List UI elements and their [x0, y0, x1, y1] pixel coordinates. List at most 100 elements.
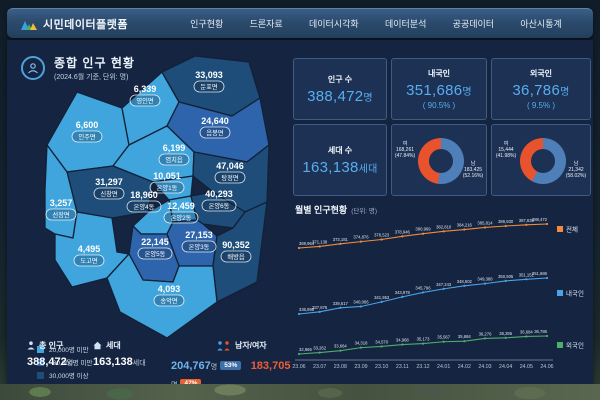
platform-logo[interactable]: 시민데이터플랫폼 — [21, 16, 171, 32]
svg-text:348,502: 348,502 — [457, 279, 473, 284]
x-tick-label: 24.06 — [540, 364, 553, 370]
legend-전체: 전체 — [557, 225, 578, 234]
total-population-icon — [27, 341, 35, 350]
svg-text:6,339: 6,339 — [134, 84, 157, 94]
svg-text:33,664: 33,664 — [334, 344, 347, 349]
monthly-population-chart: 23.0623.0723.0823.0923.1023.1123.1224.01… — [291, 214, 593, 376]
svg-text:신창면: 신창면 — [100, 189, 118, 198]
x-tick-label: 24.04 — [499, 364, 512, 370]
card-foreigners-title: 외국인 — [530, 68, 552, 79]
svg-text:온양2동: 온양2동 — [171, 214, 192, 222]
svg-text:47,046: 47,046 — [216, 161, 244, 171]
card-nationals-title: 내국인 — [428, 68, 450, 79]
card-nationals-value: 351,686명 — [406, 82, 472, 99]
svg-text:374,876: 374,876 — [353, 235, 369, 240]
svg-text:371,138: 371,138 — [312, 239, 328, 244]
svg-text:34,968: 34,968 — [396, 338, 409, 343]
svg-text:영인면: 영인면 — [136, 96, 154, 105]
svg-text:373,181: 373,181 — [333, 237, 349, 242]
card-households-value: 163,138세대 — [302, 159, 377, 176]
svg-text:34,318: 34,318 — [355, 341, 368, 346]
svg-text:376,523: 376,523 — [374, 232, 390, 237]
svg-text:온양3동: 온양3동 — [189, 243, 210, 251]
svg-text:36,395: 36,395 — [499, 331, 512, 336]
svg-text:6,600: 6,600 — [76, 120, 99, 130]
foreigners-gender-donut — [520, 138, 566, 184]
svg-text:36,684: 36,684 — [520, 329, 533, 334]
svg-text:31,297: 31,297 — [95, 177, 123, 187]
donut-card-foreigners-gender: 여15,444(41.98%) 남21,342(58.02%) — [491, 124, 591, 196]
svg-text:배방읍: 배방읍 — [227, 252, 245, 261]
svg-text:온양4동: 온양4동 — [134, 203, 155, 211]
svg-text:음봉면: 음봉면 — [206, 128, 224, 137]
svg-text:인주면: 인주면 — [78, 132, 96, 141]
legend-내국인: 내국인 — [557, 289, 584, 298]
legend-외국인: 외국인 — [557, 341, 584, 350]
svg-text:382,810: 382,810 — [436, 224, 452, 229]
series-전체: 369,964371,138373,181374,876376,523378,9… — [298, 217, 548, 249]
svg-text:33,262: 33,262 — [313, 346, 326, 351]
svg-text:347,243: 347,243 — [436, 282, 452, 287]
svg-text:337,876: 337,876 — [312, 305, 328, 310]
svg-text:350,505: 350,505 — [498, 274, 514, 279]
series-내국인: 336,998337,876339,517340,066341,953343,9… — [298, 271, 548, 315]
card-foreigners: 외국인 36,786명 ( 9.5% ) — [491, 58, 591, 120]
x-tick-label: 24.03 — [478, 364, 491, 370]
nationals-female-label: 여168,261(47.84%) — [392, 141, 418, 159]
nav-item-analysis[interactable]: 데이터분석 — [385, 17, 426, 30]
male-female-label: 남자/여자 — [235, 340, 267, 351]
x-tick-label: 23.08 — [334, 364, 347, 370]
svg-text:349,388: 349,388 — [477, 277, 493, 282]
svg-text:340,066: 340,066 — [353, 299, 369, 304]
card-population-total-value: 388,472명 — [307, 88, 373, 105]
svg-text:90,352: 90,352 — [222, 240, 250, 250]
series-외국인: 32,96633,262 33,664 34,318 34,570 34,968 35,1… — [298, 329, 548, 355]
x-tick-label: 24.02 — [458, 364, 471, 370]
svg-text:339,517: 339,517 — [333, 301, 349, 306]
svg-text:둔포면: 둔포면 — [200, 82, 218, 91]
x-tick-label: 23.12 — [416, 364, 429, 370]
svg-text:385,814: 385,814 — [477, 220, 493, 225]
nationals-gender-donut — [418, 138, 464, 184]
nav-item-drone[interactable]: 드론자료 — [250, 17, 283, 30]
nav-item-population[interactable]: 인구현황 — [190, 17, 223, 30]
household-label: 세대 — [106, 340, 121, 351]
svg-text:32,966: 32,966 — [299, 347, 312, 352]
svg-text:384,216: 384,216 — [457, 223, 473, 228]
svg-text:35,173: 35,173 — [417, 337, 430, 342]
svg-text:36,276: 36,276 — [479, 331, 492, 336]
svg-text:탕정면: 탕정면 — [221, 173, 239, 182]
nationals-male-label: 남183,425(52.16%) — [460, 161, 486, 179]
nav-item-visualization[interactable]: 데이터시각화 — [309, 17, 359, 30]
svg-text:온양5동: 온양5동 — [145, 250, 166, 258]
svg-text:343,978: 343,978 — [395, 290, 411, 295]
card-households-title: 세대 수 — [328, 145, 352, 156]
svg-text:22,145: 22,145 — [141, 237, 169, 247]
svg-text:380,969: 380,969 — [415, 227, 431, 232]
svg-text:345,796: 345,796 — [415, 285, 431, 290]
foreigners-male-label: 남21,342(58.02%) — [563, 161, 589, 179]
svg-text:34,570: 34,570 — [375, 339, 388, 344]
svg-text:12,459: 12,459 — [167, 201, 195, 211]
x-tick-label: 24.05 — [520, 364, 533, 370]
svg-text:18,960: 18,960 — [130, 190, 158, 200]
svg-text:염치읍: 염치읍 — [165, 155, 183, 164]
svg-text:386,930: 386,930 — [498, 219, 514, 224]
svg-text:선장면: 선장면 — [52, 210, 70, 219]
nav-item-opendata[interactable]: 공공데이터 — [453, 17, 494, 30]
male-female-icon — [217, 341, 231, 351]
svg-text:351,686: 351,686 — [532, 271, 548, 276]
svg-text:온양1동: 온양1동 — [157, 184, 178, 192]
donut-card-nationals-gender: 여168,261(47.84%) 남183,425(52.16%) — [391, 124, 487, 196]
nav-item-asan-stats[interactable]: 아산시통계 — [520, 17, 561, 30]
x-tick-label: 24.01 — [437, 364, 450, 370]
svg-text:4,093: 4,093 — [158, 284, 181, 294]
left-footer-stats: 총 인구 388,472명 세대 163,138세대 남자/여자 204,767… — [21, 340, 293, 385]
platform-logo-text: 시민데이터플랫폼 — [43, 16, 128, 32]
household-icon — [93, 341, 102, 350]
svg-text:24,640: 24,640 — [201, 116, 229, 126]
svg-text:3,257: 3,257 — [50, 198, 73, 208]
card-population-total-title: 인구 수 — [328, 74, 352, 85]
card-population-total: 인구 수 388,472명 — [293, 58, 387, 120]
card-foreigners-value: 36,786명 — [512, 82, 569, 99]
